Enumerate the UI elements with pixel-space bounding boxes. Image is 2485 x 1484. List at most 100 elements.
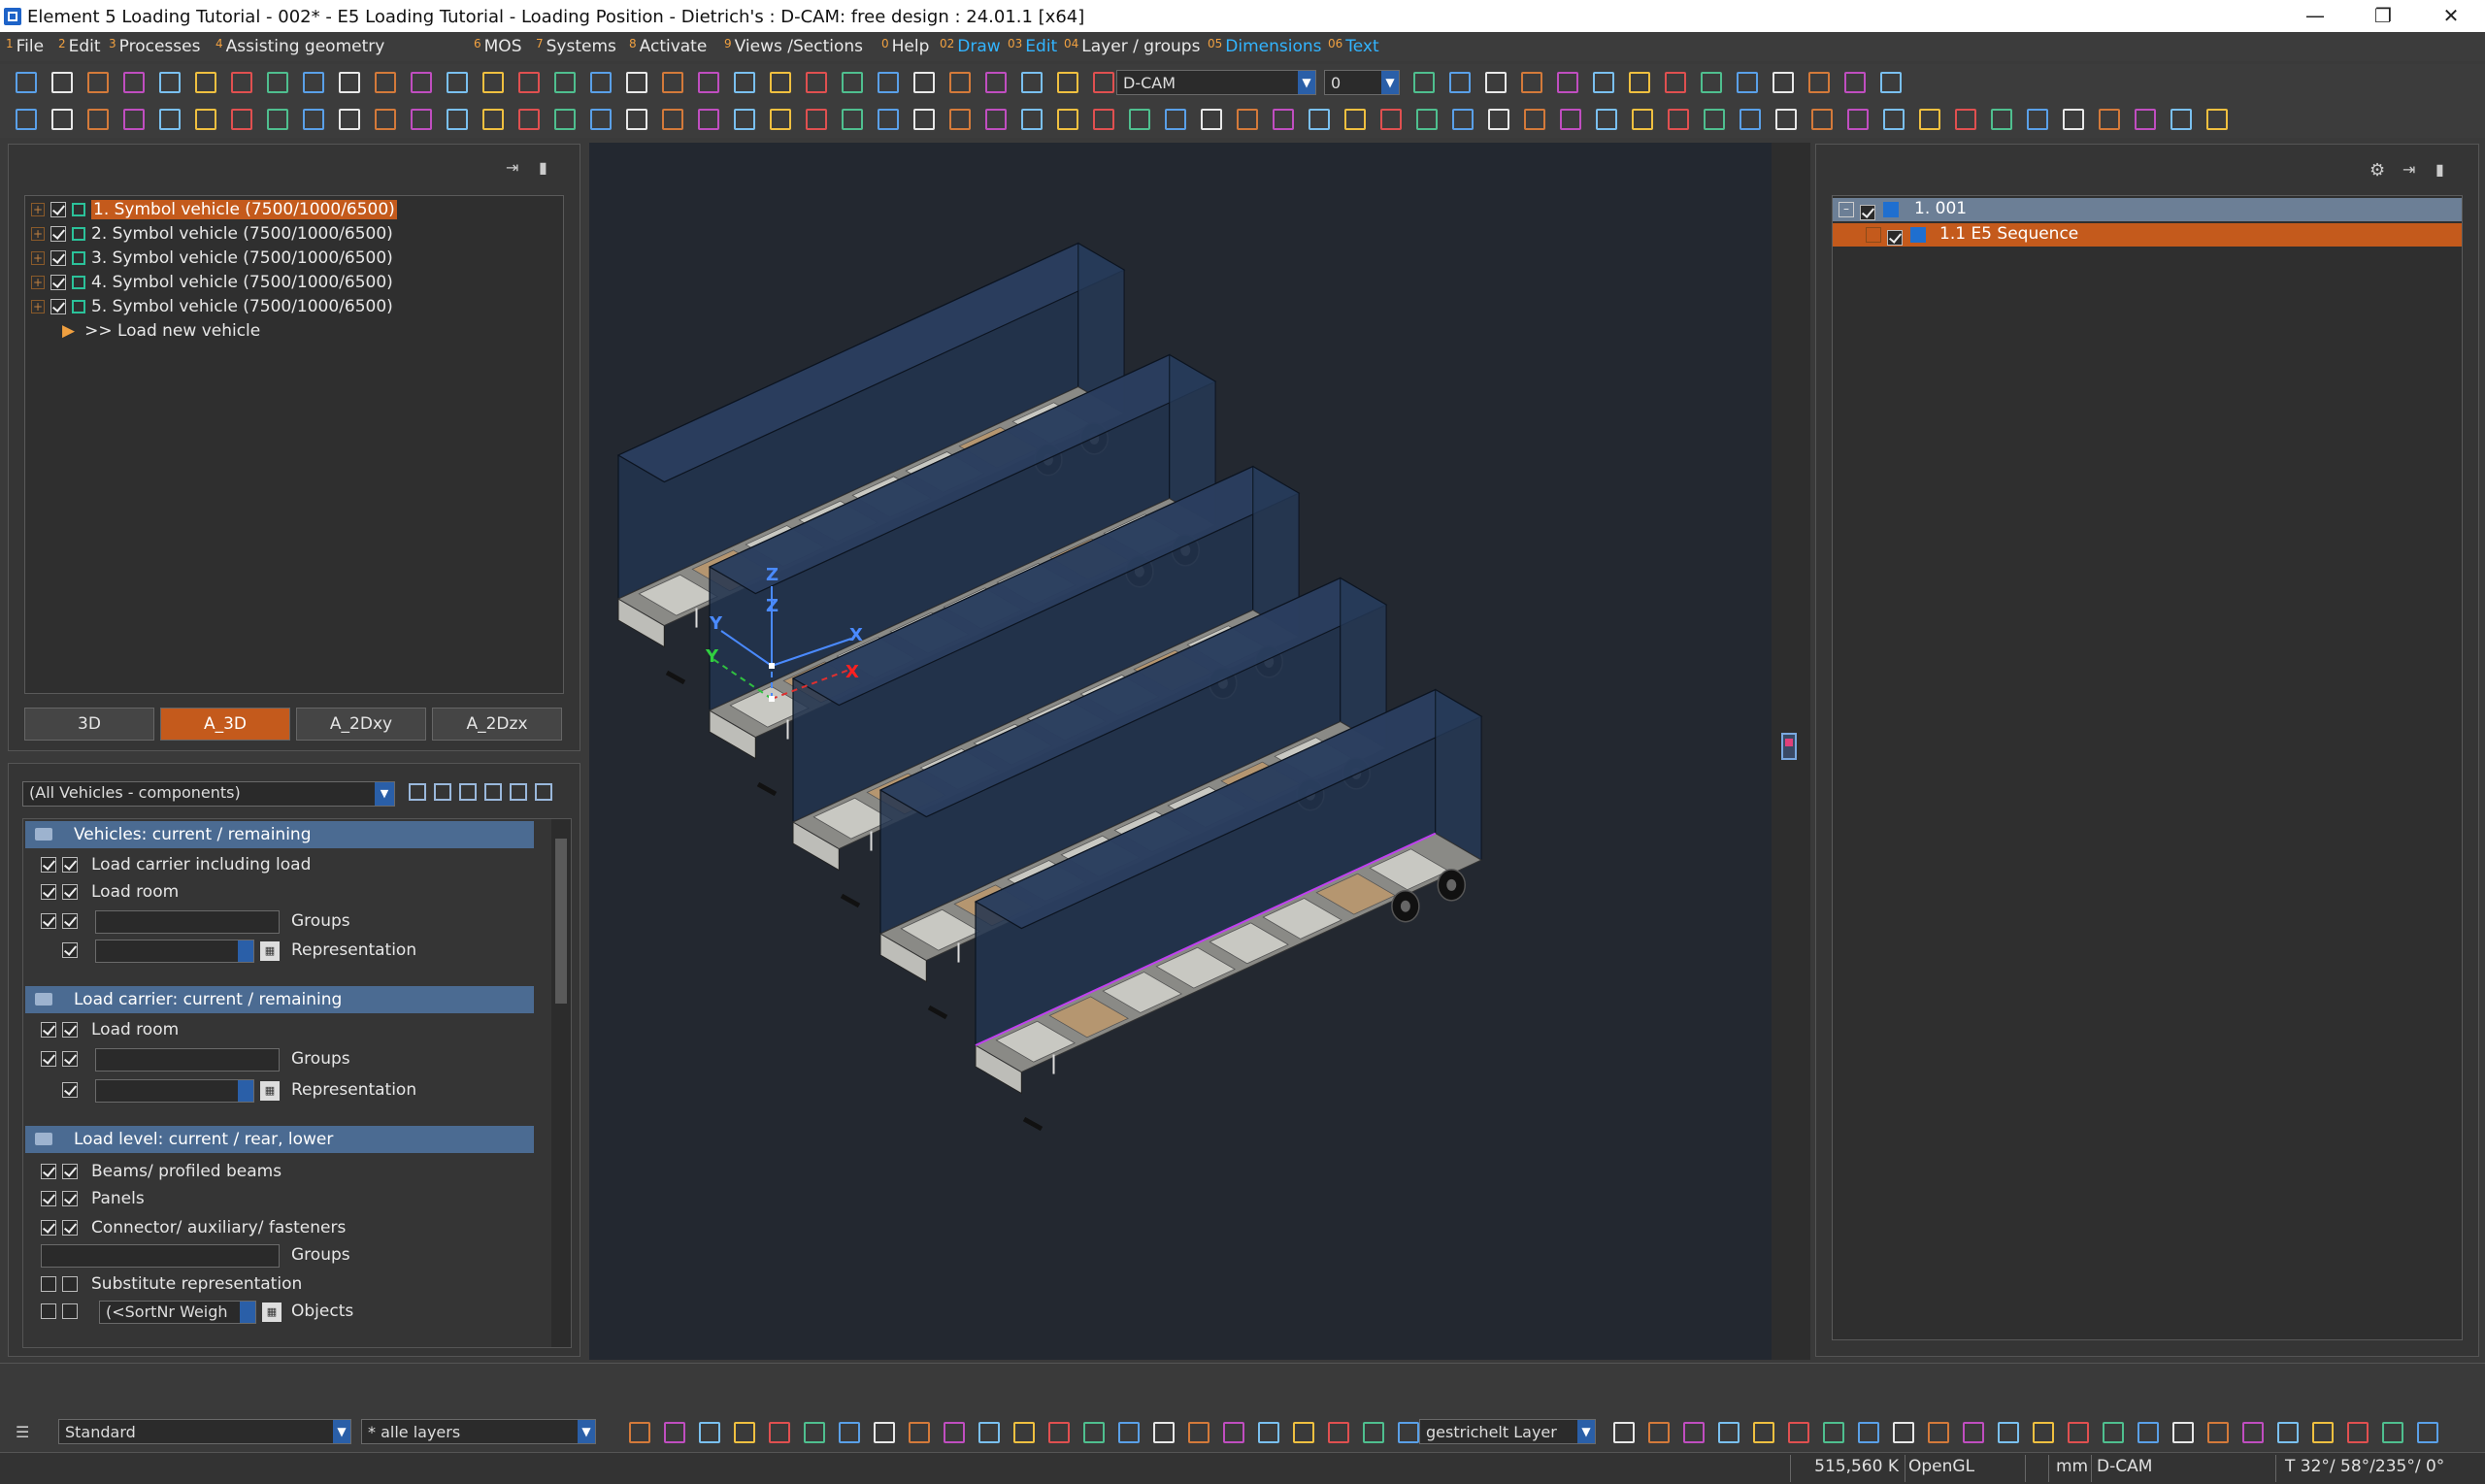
tab-a-3d[interactable]: A_3D	[160, 708, 290, 741]
draw-tool-icon[interactable]	[629, 1422, 650, 1443]
row-representation[interactable]	[62, 938, 83, 963]
draw-tool-icon[interactable]	[1293, 1422, 1314, 1443]
tree-item-vehicle-5[interactable]: +5. Symbol vehicle (7500/1000/6500)	[31, 295, 393, 318]
list-tool-icon[interactable]	[510, 783, 527, 801]
draw-tool-icon[interactable]	[1398, 1422, 1419, 1443]
tool-icon[interactable]	[590, 109, 612, 130]
grid-icon[interactable]: ▦	[260, 941, 280, 961]
tree-item-vehicle-1[interactable]: +1. Symbol vehicle (7500/1000/6500)	[31, 198, 397, 221]
tool-icon[interactable]	[1237, 109, 1258, 130]
draw-tool-icon[interactable]	[2207, 1422, 2229, 1443]
checkbox[interactable]	[50, 299, 66, 314]
tool-icon[interactable]	[806, 72, 827, 93]
checkbox[interactable]	[50, 226, 66, 242]
scene-canvas[interactable]: X Y X Y ZZ	[589, 143, 1772, 1360]
tool-icon[interactable]	[949, 109, 971, 130]
tool-icon[interactable]	[482, 109, 504, 130]
scrollbar-thumb[interactable]	[555, 839, 567, 1004]
tool-icon[interactable]	[662, 109, 683, 130]
tool-icon[interactable]	[1668, 109, 1689, 130]
row-representation-2[interactable]	[62, 1077, 83, 1103]
pin-icon[interactable]: ⇥	[506, 158, 518, 177]
3d-viewport[interactable]: X Y X Y ZZ	[589, 143, 1772, 1360]
draw-tool-icon[interactable]	[2417, 1422, 2438, 1443]
tool-icon[interactable]	[482, 72, 504, 93]
row-objects[interactable]	[41, 1299, 83, 1324]
row-groups[interactable]	[41, 908, 83, 934]
tool-icon[interactable]	[1093, 72, 1114, 93]
grid-icon[interactable]: ▦	[262, 1303, 282, 1322]
menu-draw[interactable]: 02 Draw	[940, 37, 1001, 56]
tool-icon[interactable]	[447, 109, 468, 130]
tool-icon[interactable]	[447, 72, 468, 93]
pin-icon[interactable]: ⇥	[2402, 160, 2415, 179]
expand-icon[interactable]: +	[31, 251, 45, 265]
menu-activate[interactable]: 8 Activate	[629, 37, 707, 56]
list-tool-icon[interactable]	[459, 783, 477, 801]
tool-icon[interactable]	[1273, 109, 1294, 130]
menu-processes[interactable]: 3 Processes	[109, 37, 200, 56]
row-beams[interactable]: Beams/ profiled beams	[41, 1159, 282, 1184]
tool-icon[interactable]	[1991, 109, 2012, 130]
checkbox[interactable]	[50, 202, 66, 217]
row-groups-2[interactable]	[41, 1046, 83, 1072]
groups-field-3[interactable]	[41, 1244, 280, 1268]
tool-icon[interactable]	[985, 109, 1007, 130]
representation-field[interactable]	[95, 940, 254, 963]
tool-icon[interactable]	[267, 72, 288, 93]
row-load-carrier-including-load[interactable]: Load carrier including load	[41, 852, 311, 877]
tool-icon[interactable]	[375, 72, 396, 93]
section-vehicles[interactable]: Vehicles: current / remaining	[25, 821, 534, 848]
tab-a-2dxy[interactable]: A_2Dxy	[296, 708, 426, 741]
tool-icon[interactable]	[1632, 109, 1653, 130]
tool-icon[interactable]	[1629, 72, 1650, 93]
tool-icon[interactable]	[159, 72, 181, 93]
list-tool-icon[interactable]	[484, 783, 502, 801]
tool-icon[interactable]	[51, 109, 73, 130]
tree-row-child[interactable]: 1.1 E5 Sequence	[1833, 223, 2462, 247]
tool-icon[interactable]	[1021, 109, 1043, 130]
draw-tool-icon[interactable]	[1963, 1422, 1984, 1443]
tool-icon[interactable]	[1488, 109, 1509, 130]
tool-icon[interactable]	[698, 72, 719, 93]
draw-tool-icon[interactable]	[1683, 1422, 1705, 1443]
draw-tool-icon[interactable]	[1363, 1422, 1384, 1443]
draw-tool-icon[interactable]	[2068, 1422, 2089, 1443]
tool-icon[interactable]	[1201, 109, 1222, 130]
expand-icon[interactable]: +	[31, 227, 45, 241]
grid-icon[interactable]: ▦	[260, 1081, 280, 1101]
draw-tool-icon[interactable]	[1328, 1422, 1349, 1443]
tool-icon[interactable]	[1919, 109, 1940, 130]
tool-icon[interactable]	[2206, 109, 2228, 130]
dock-icon[interactable]: ▮	[539, 158, 547, 177]
tab-a-2dzx[interactable]: A_2Dzx	[432, 708, 562, 741]
draw-tool-icon[interactable]	[2312, 1422, 2334, 1443]
tool-icon[interactable]	[2027, 109, 2048, 130]
tree-row-root[interactable]: – 1. 001	[1833, 198, 2462, 221]
tool-icon[interactable]	[1883, 109, 1905, 130]
collapse-icon[interactable]: –	[1839, 202, 1854, 217]
tool-icon[interactable]	[1737, 72, 1758, 93]
tool-icon[interactable]	[87, 109, 109, 130]
draw-tool-icon[interactable]	[2033, 1422, 2054, 1443]
viewport-splitter[interactable]	[1772, 143, 1810, 1360]
tool-icon[interactable]	[2063, 109, 2084, 130]
expand-icon[interactable]: +	[31, 300, 45, 313]
draw-tool-icon[interactable]	[839, 1422, 860, 1443]
tree-item-vehicle-2[interactable]: +2. Symbol vehicle (7500/1000/6500)	[31, 222, 393, 246]
list-tool-icon[interactable]	[434, 783, 451, 801]
tool-icon[interactable]	[662, 72, 683, 93]
tool-icon[interactable]	[1165, 109, 1186, 130]
tool-icon[interactable]	[195, 109, 216, 130]
tool-icon[interactable]	[1344, 109, 1366, 130]
checkbox[interactable]	[1860, 204, 1875, 220]
tool-icon[interactable]	[411, 109, 432, 130]
draw-tool-icon[interactable]	[1083, 1422, 1105, 1443]
tree-item-vehicle-3[interactable]: +3. Symbol vehicle (7500/1000/6500)	[31, 247, 393, 270]
scrollbar[interactable]	[551, 819, 571, 1347]
menu-text[interactable]: 06 Text	[1328, 37, 1379, 56]
groups-field[interactable]	[95, 910, 280, 934]
draw-tool-icon[interactable]	[1118, 1422, 1140, 1443]
draw-tool-icon[interactable]	[1893, 1422, 1914, 1443]
draw-tool-icon[interactable]	[1613, 1422, 1635, 1443]
